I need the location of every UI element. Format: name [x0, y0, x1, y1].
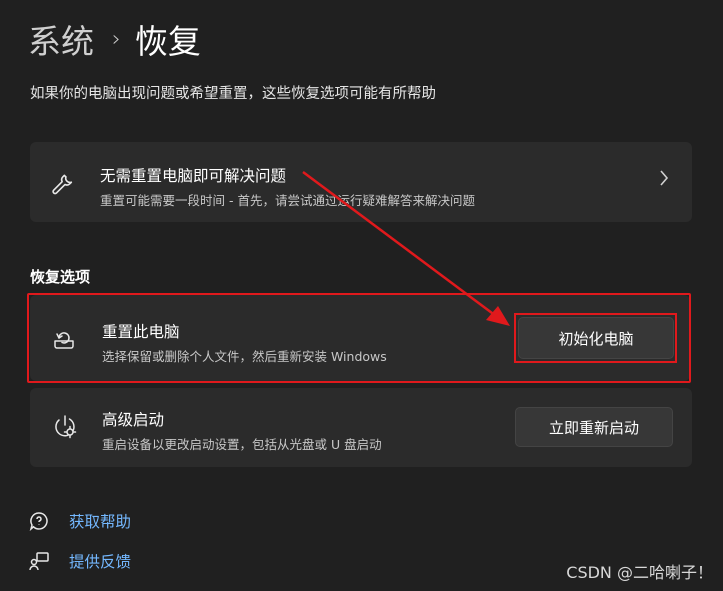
troubleshoot-title: 无需重置电脑即可解决问题 — [100, 167, 287, 185]
power-gear-icon — [50, 412, 80, 442]
restart-now-button[interactable]: 立即重新启动 — [515, 407, 673, 447]
get-help-link[interactable]: 获取帮助 — [28, 510, 131, 532]
get-help-label: 获取帮助 — [69, 513, 132, 531]
breadcrumb-separator: › — [112, 26, 121, 52]
page-title: 恢复 — [134, 22, 201, 61]
wrench-icon — [50, 170, 76, 196]
intro-text: 如果你的电脑出现问题或希望重置，这些恢复选项可能有所帮助 — [30, 86, 436, 102]
advanced-startup-description: 重启设备以更改启动设置，包括从光盘或 U 盘启动 — [102, 437, 382, 452]
recovery-options-heading: 恢复选项 — [30, 268, 91, 286]
give-feedback-link[interactable]: 提供反馈 — [28, 550, 131, 572]
breadcrumb: 系统 › 恢复 — [28, 14, 201, 64]
annotation-highlight-button — [514, 313, 677, 363]
give-feedback-label: 提供反馈 — [69, 553, 132, 571]
advanced-startup-card: 高级启动 重启设备以更改启动设置，包括从光盘或 U 盘启动 立即重新启动 — [30, 388, 692, 467]
advanced-startup-title: 高级启动 — [102, 411, 165, 429]
troubleshoot-description: 重置可能需要一段时间 - 首先，请尝试通过运行疑难解答来解决问题 — [100, 193, 475, 208]
troubleshoot-card[interactable]: 无需重置电脑即可解决问题 重置可能需要一段时间 - 首先，请尝试通过运行疑难解答… — [30, 142, 692, 222]
help-chat-icon — [28, 510, 50, 532]
chevron-right-icon — [658, 168, 670, 193]
feedback-icon — [28, 550, 50, 572]
breadcrumb-parent-system[interactable]: 系统 — [28, 15, 94, 63]
watermark: CSDN @二哈喇子！ — [566, 563, 713, 582]
